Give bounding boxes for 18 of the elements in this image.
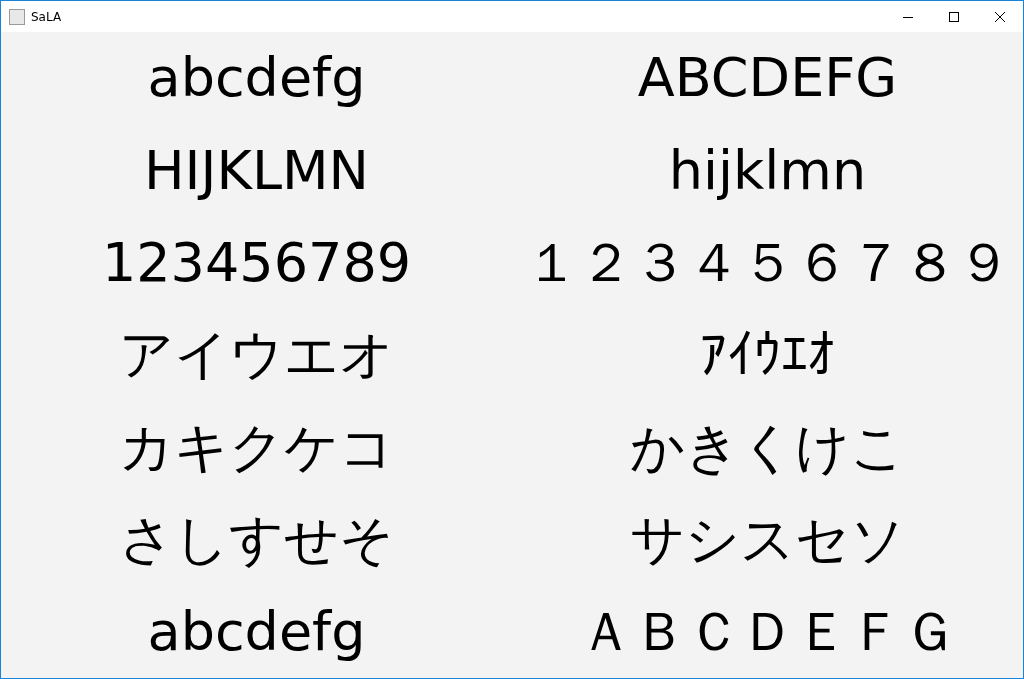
sample-text: カキクケコ — [119, 417, 394, 477]
close-icon — [995, 11, 1005, 22]
sample-text: ABCDEFG — [637, 48, 898, 108]
app-icon — [9, 8, 25, 25]
sample-text: hijklmn — [668, 140, 867, 201]
sample-text: abcdefg — [147, 48, 366, 108]
sample-text: 123456789 — [101, 233, 412, 293]
sample-text: abcdefg — [147, 602, 366, 662]
sample-text: １２３４５６７８９ — [524, 233, 1011, 293]
sample-text: かきくけこ — [630, 417, 905, 477]
sample-text: ｱｲｳｴｵ — [700, 325, 835, 385]
sample-text: さしすせそ — [119, 509, 394, 570]
sample-text: HIJKLMN — [144, 140, 369, 201]
sample-text: サシスセソ — [630, 509, 905, 570]
window-title: SaLA — [31, 9, 62, 24]
sample-text: アイウエオ — [119, 325, 394, 385]
maximize-icon — [949, 11, 959, 22]
sample-text: ＡＢＣＤＥＦＧ — [578, 602, 957, 662]
